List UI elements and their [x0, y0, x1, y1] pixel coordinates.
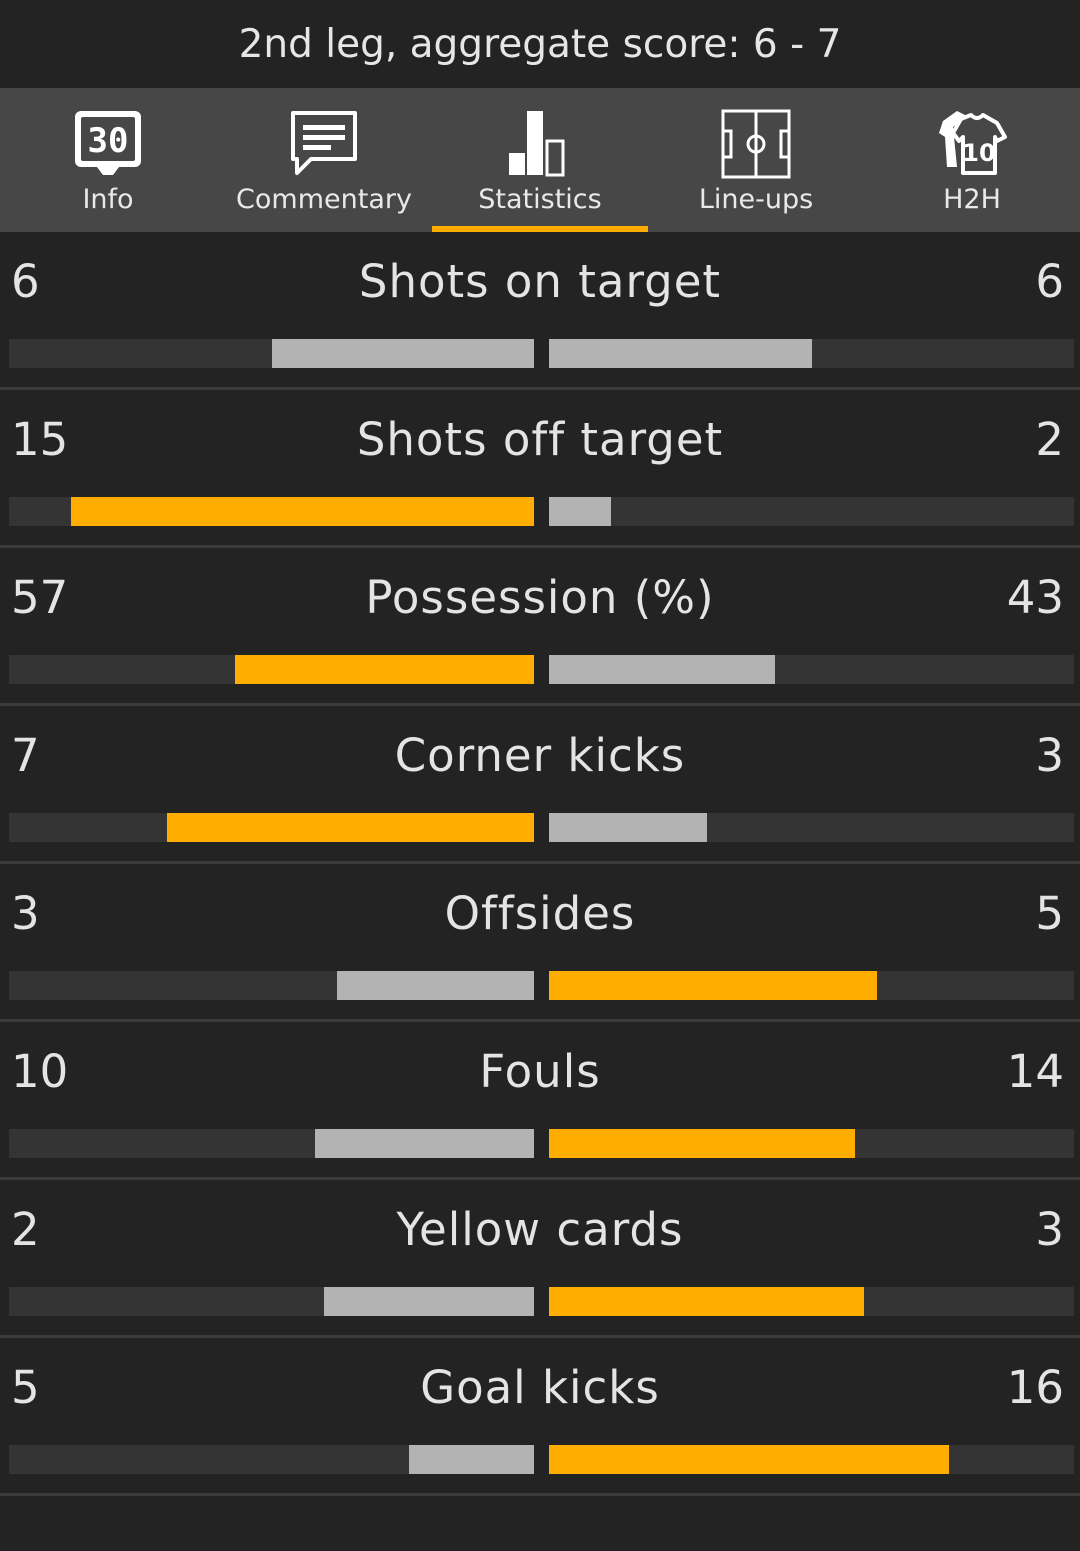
stat-row-goal-kicks: 5 Goal kicks 16	[0, 1338, 1080, 1496]
stat-home-bar-track	[9, 1287, 534, 1316]
stat-away-value: 3	[1035, 1203, 1064, 1256]
match-tabbar: 30 Info Commentary Statistics Line-ups 1…	[0, 88, 1080, 232]
stat-label: Corner kicks	[394, 729, 686, 782]
row-divider	[0, 1493, 1080, 1496]
aggregate-score-title: 2nd leg, aggregate score: 6 - 7	[238, 21, 842, 67]
stat-home-bar-track	[9, 1445, 534, 1474]
speech-bubble-icon	[284, 104, 364, 184]
stat-away-bar	[549, 813, 707, 842]
jersey-icon-text: 10	[962, 139, 995, 167]
stat-row-offsides: 3 Offsides 5	[0, 864, 1080, 1022]
stat-away-bar	[549, 1445, 949, 1474]
tab-lineups[interactable]: Line-ups	[648, 88, 864, 232]
stat-home-bar-track	[9, 971, 534, 1000]
pitch-icon	[716, 104, 796, 184]
stat-away-bar-track	[549, 1129, 1074, 1158]
stat-home-bar	[324, 1287, 534, 1316]
stat-home-bar-track	[9, 813, 534, 842]
stat-row-possession: 57 Possession (%) 43	[0, 548, 1080, 706]
stat-away-value: 14	[1006, 1045, 1064, 1098]
stat-label: Shots on target	[358, 255, 722, 308]
stat-away-value: 3	[1035, 729, 1064, 782]
stat-away-bar-track	[549, 971, 1074, 1000]
stat-away-bar	[549, 971, 878, 1000]
stat-label: Fouls	[479, 1045, 601, 1098]
stat-label: Goal kicks	[420, 1361, 660, 1414]
tab-commentary[interactable]: Commentary	[216, 88, 432, 232]
stat-row-corner-kicks: 7 Corner kicks 3	[0, 706, 1080, 864]
stat-away-value: 5	[1035, 887, 1064, 940]
tab-commentary-label: Commentary	[236, 184, 412, 215]
stat-home-bar	[409, 1445, 534, 1474]
stat-away-value: 16	[1006, 1361, 1064, 1414]
stat-away-bar-track	[549, 813, 1074, 842]
tab-statistics-label: Statistics	[478, 184, 602, 215]
stat-row-fouls: 10 Fouls 14	[0, 1022, 1080, 1180]
stat-home-bar	[234, 655, 534, 684]
stat-away-bar	[549, 655, 775, 684]
tab-statistics[interactable]: Statistics	[432, 88, 648, 232]
scoreboard-icon-text: 30	[88, 121, 129, 161]
stat-away-bar	[549, 1287, 864, 1316]
statistics-list: 6 Shots on target 6 15 Shots off target …	[0, 232, 1080, 1496]
stat-row-shots-off-target: 15 Shots off target 2	[0, 390, 1080, 548]
stat-label: Shots off target	[356, 413, 724, 466]
bar-chart-icon	[500, 104, 580, 184]
stat-label: Possession (%)	[365, 571, 715, 624]
stat-away-value: 6	[1035, 255, 1064, 308]
stat-home-bar	[315, 1129, 534, 1158]
stat-row-yellow-cards: 2 Yellow cards 3	[0, 1180, 1080, 1338]
stat-home-bar-track	[9, 497, 534, 526]
tab-h2h-label: H2H	[943, 184, 1001, 215]
stat-away-bar	[549, 497, 611, 526]
stat-away-value: 43	[1006, 571, 1064, 624]
stat-label: Offsides	[444, 887, 636, 940]
stat-home-bar	[271, 339, 534, 368]
match-aggregate-header: 2nd leg, aggregate score: 6 - 7	[0, 0, 1080, 88]
stat-home-bar-track	[9, 339, 534, 368]
stat-row-shots-on-target: 6 Shots on target 6	[0, 232, 1080, 390]
stat-home-bar	[70, 497, 534, 526]
tab-lineups-label: Line-ups	[698, 184, 814, 215]
stat-home-bar	[166, 813, 534, 842]
stat-home-bar-track	[9, 1129, 534, 1158]
stat-away-value: 2	[1035, 413, 1064, 466]
stat-away-bar	[549, 339, 812, 368]
scoreboard-icon: 30	[68, 104, 148, 184]
stat-label: Yellow cards	[396, 1203, 684, 1256]
stat-away-bar-track	[549, 1287, 1074, 1316]
tab-info-label: Info	[82, 184, 134, 215]
stat-away-bar-track	[549, 655, 1074, 684]
jersey-icon: 10	[932, 104, 1012, 184]
stat-home-bar-track	[9, 655, 534, 684]
stat-away-bar-track	[549, 1445, 1074, 1474]
stat-away-bar-track	[549, 339, 1074, 368]
tab-h2h[interactable]: 10 H2H	[864, 88, 1080, 232]
stat-away-bar-track	[549, 497, 1074, 526]
stat-home-bar	[337, 971, 534, 1000]
stat-away-bar	[549, 1129, 856, 1158]
tab-info[interactable]: 30 Info	[0, 88, 216, 232]
